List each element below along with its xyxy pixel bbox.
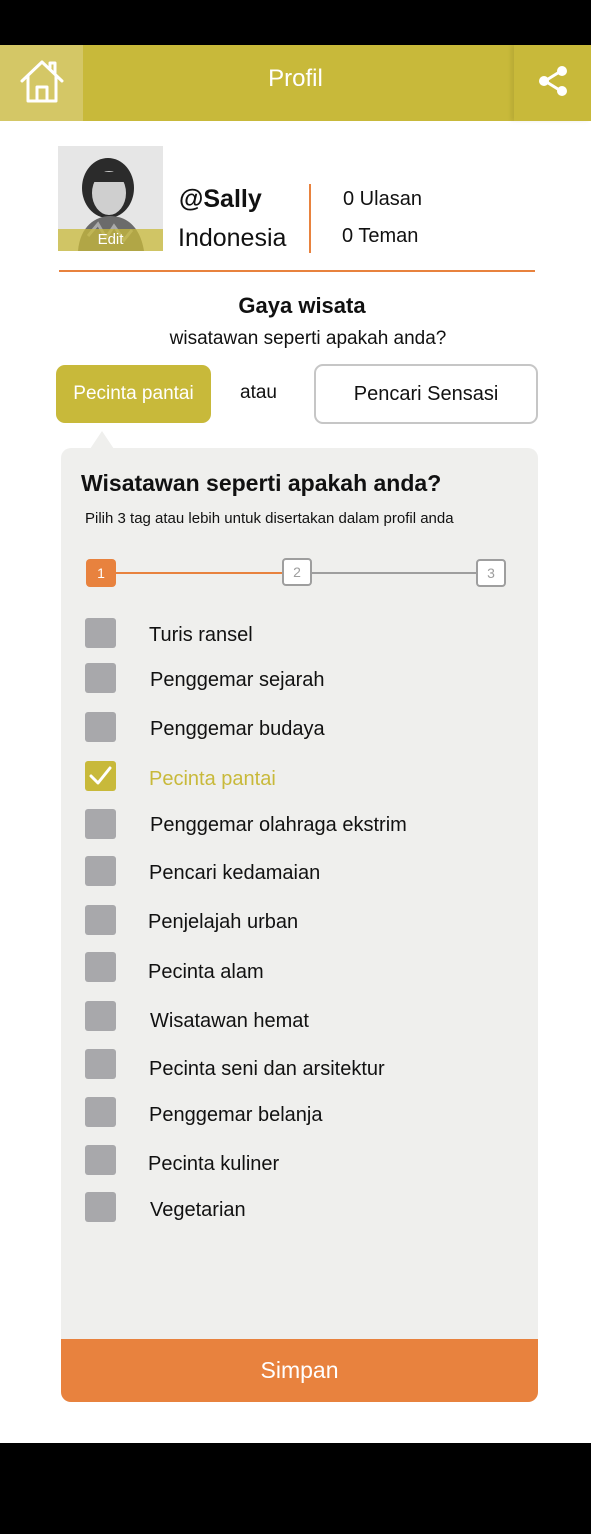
tag-option-label: Wisatawan hemat bbox=[150, 1010, 309, 1032]
checkbox[interactable] bbox=[85, 1097, 116, 1127]
tag-option[interactable]: Vegetarian bbox=[61, 448, 538, 1222]
profile-screen: Profil Edit @Sally Indonesia 0 Ulasan 0 … bbox=[0, 45, 591, 1443]
checkbox[interactable] bbox=[85, 1145, 116, 1175]
avatar-edit-label[interactable]: Edit bbox=[58, 229, 163, 251]
checkbox[interactable] bbox=[85, 1049, 116, 1079]
tag-selection-panel: Wisatawan seperti apakah anda? Pilih 3 t… bbox=[61, 448, 538, 1402]
tag-option-label: Penjelajah urban bbox=[148, 911, 299, 933]
tag-option-label: Penggemar belanja bbox=[149, 1104, 323, 1126]
step-pending-line bbox=[311, 572, 477, 574]
checkbox[interactable] bbox=[85, 1192, 116, 1222]
checkbox[interactable] bbox=[85, 856, 116, 886]
checkbox[interactable] bbox=[85, 905, 116, 935]
tag-option-label: Penggemar sejarah bbox=[150, 669, 325, 691]
tag-option-label: Pecinta pantai bbox=[149, 768, 276, 790]
checkbox[interactable] bbox=[85, 712, 116, 742]
tag-option-label: Pecinta seni dan arsitektur bbox=[149, 1058, 385, 1080]
checkbox[interactable] bbox=[85, 618, 116, 648]
checkbox[interactable] bbox=[85, 952, 116, 982]
checkbox[interactable] bbox=[85, 1001, 116, 1031]
country: Indonesia bbox=[178, 224, 287, 252]
tag-option-label: Pecinta kuliner bbox=[148, 1153, 280, 1175]
friends-count[interactable]: 0 Teman bbox=[342, 225, 418, 248]
checkbox-checked[interactable] bbox=[85, 761, 116, 791]
step-1[interactable]: 1 bbox=[86, 559, 116, 587]
profile-divider bbox=[59, 270, 535, 272]
app-header: Profil bbox=[0, 45, 591, 121]
save-button[interactable]: Simpan bbox=[61, 1339, 538, 1402]
checkbox[interactable] bbox=[85, 663, 116, 693]
tag-option-label: Pecinta alam bbox=[148, 961, 264, 983]
style-option-beach[interactable]: Pecinta pantai bbox=[56, 365, 211, 423]
reviews-count[interactable]: 0 Ulasan bbox=[343, 188, 422, 211]
tag-option-label: Penggemar budaya bbox=[150, 718, 325, 740]
step-2[interactable]: 2 bbox=[282, 558, 312, 586]
username: @Sally bbox=[179, 185, 262, 213]
travel-style-title: Gaya wisata bbox=[238, 293, 366, 318]
travel-style-subtitle: wisatawan seperti apakah anda? bbox=[169, 328, 447, 349]
tag-option-label: Pencari kedamaian bbox=[149, 862, 321, 884]
stats-divider bbox=[309, 184, 311, 253]
step-progress-line bbox=[114, 572, 284, 574]
checkbox[interactable] bbox=[85, 809, 116, 839]
style-separator: atau bbox=[240, 382, 277, 403]
tag-option-label: Vegetarian bbox=[150, 1199, 246, 1221]
panel-subtitle: Pilih 3 tag atau lebih untuk disertakan … bbox=[85, 510, 454, 527]
share-icon bbox=[538, 65, 568, 102]
share-button[interactable] bbox=[514, 45, 591, 121]
page-title: Profil bbox=[268, 65, 323, 92]
panel-pointer bbox=[90, 431, 114, 449]
tag-option-label: Penggemar olahraga ekstrim bbox=[150, 814, 407, 836]
style-option-thrill[interactable]: Pencari Sensasi bbox=[314, 364, 538, 424]
avatar[interactable]: Edit bbox=[58, 146, 163, 251]
tag-option-label: Turis ransel bbox=[149, 624, 253, 646]
step-3[interactable]: 3 bbox=[476, 559, 506, 587]
